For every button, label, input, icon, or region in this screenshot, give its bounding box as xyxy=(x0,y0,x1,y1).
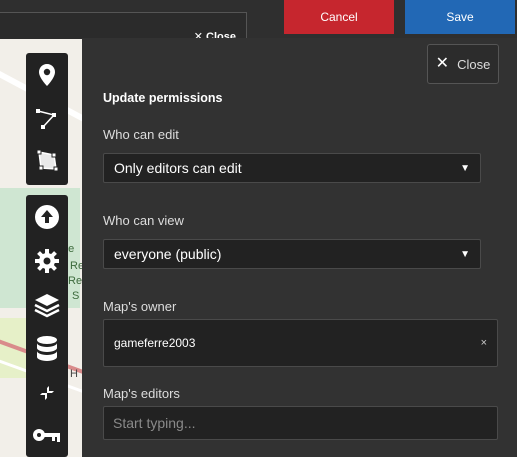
top-bar: ✕ Close Cancel Save xyxy=(0,0,517,43)
close-icon: ✕ xyxy=(435,55,450,72)
marker-icon[interactable] xyxy=(26,57,68,93)
permissions-panel: ✕ Close Update permissions Who can edit … xyxy=(82,38,517,457)
who-can-view-select[interactable]: everyone (public) ▼ xyxy=(103,239,481,269)
layers-icon[interactable] xyxy=(26,287,68,323)
key-icon[interactable] xyxy=(26,417,68,453)
who-can-edit-select[interactable]: Only editors can edit ▼ xyxy=(103,153,481,183)
owner-field[interactable]: gameferre2003 × xyxy=(103,319,498,367)
chevron-down-icon: ▼ xyxy=(460,248,470,260)
who-can-view-value: everyone (public) xyxy=(114,246,222,262)
close-label: Close xyxy=(457,56,491,72)
owner-label: Map's owner xyxy=(103,299,177,314)
editors-input[interactable] xyxy=(103,406,498,440)
owner-value: gameferre2003 xyxy=(114,336,196,350)
settings-toolbar xyxy=(26,195,68,457)
map-label: S xyxy=(72,290,80,302)
polyline-icon[interactable] xyxy=(26,101,68,137)
map-label: H xyxy=(70,368,78,380)
background-panel: ✕ Close xyxy=(0,12,247,43)
close-panel-button[interactable]: ✕ Close xyxy=(427,44,499,84)
save-button[interactable]: Save xyxy=(405,0,515,34)
chevron-down-icon: ▼ xyxy=(460,162,470,174)
database-icon[interactable] xyxy=(26,331,68,367)
panel-title: Update permissions xyxy=(103,91,223,105)
editors-label: Map's editors xyxy=(103,386,180,401)
draw-toolbar xyxy=(26,53,68,185)
polygon-icon[interactable] xyxy=(26,143,68,179)
upload-icon[interactable] xyxy=(26,199,68,235)
collapse-arrows-icon[interactable] xyxy=(26,375,68,411)
cancel-button[interactable]: Cancel xyxy=(284,0,394,34)
who-can-view-label: Who can view xyxy=(103,213,184,228)
remove-owner-icon[interactable]: × xyxy=(481,337,487,349)
gear-icon[interactable] xyxy=(26,243,68,279)
who-can-edit-label: Who can edit xyxy=(103,127,179,142)
who-can-edit-value: Only editors can edit xyxy=(114,160,242,176)
